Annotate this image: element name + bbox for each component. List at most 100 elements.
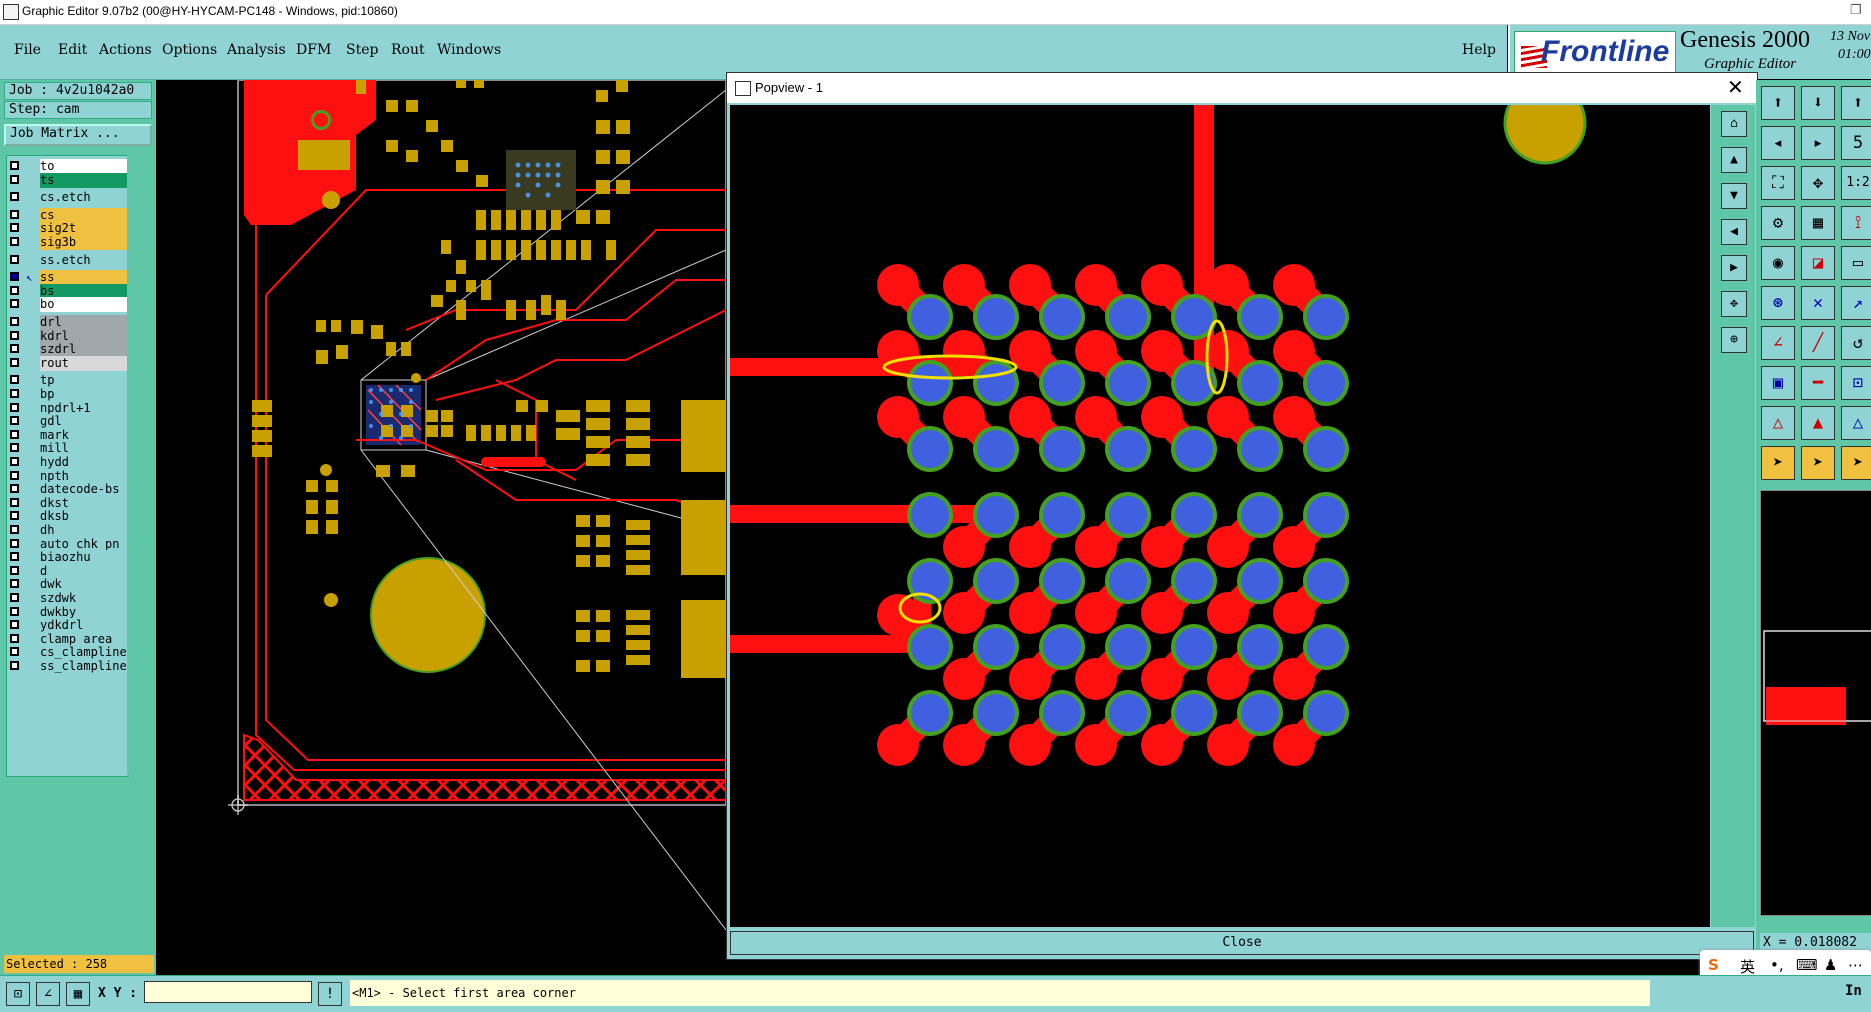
tool-redo-icon[interactable]: ▸ xyxy=(1801,126,1835,160)
layer-name[interactable]: rout xyxy=(40,355,128,371)
ime-language-toggle[interactable]: 英 xyxy=(1740,956,1755,977)
xy-coordinate-input[interactable] xyxy=(144,981,312,1003)
popview-close-button[interactable]: Close xyxy=(730,931,1754,955)
layer-checkbox[interactable] xyxy=(10,237,19,246)
tool-add-curve-icon[interactable]: ↺ xyxy=(1841,326,1871,360)
menu-dfm[interactable]: DFM xyxy=(296,42,331,58)
tool-step-repeat-icon[interactable]: 5 xyxy=(1841,126,1871,160)
layer-checkbox[interactable] xyxy=(10,593,19,602)
tool-extra-1-icon[interactable]: ⬆ xyxy=(1841,86,1871,120)
tool-surface-2-icon[interactable]: ▲ xyxy=(1801,406,1835,440)
layer-checkbox[interactable] xyxy=(10,538,19,548)
tool-select-area-icon[interactable]: ➤ xyxy=(1801,446,1835,480)
tool-select-polygon-icon[interactable]: ➤ xyxy=(1841,446,1871,480)
menu-rout[interactable]: Rout xyxy=(391,42,425,58)
layer-row-sig3b[interactable]: sig3b xyxy=(7,235,128,250)
layer-checkbox[interactable] xyxy=(10,299,19,309)
snap-grid-icon[interactable]: ⊡ xyxy=(6,982,30,1006)
tool-connect-icon[interactable]: ✕ xyxy=(1801,286,1835,320)
tool-fill-icon[interactable]: ◪ xyxy=(1801,246,1835,280)
layer-checkbox[interactable] xyxy=(10,285,19,295)
snap-mesh-icon[interactable]: ▦ xyxy=(66,982,90,1006)
tool-open-step-icon[interactable]: ⬆ xyxy=(1761,86,1795,120)
popview-fit-icon[interactable]: ✥ xyxy=(1721,291,1747,317)
tool-add-arc-icon[interactable]: ╱ xyxy=(1801,326,1835,360)
layer-checkbox[interactable] xyxy=(10,606,19,616)
layer-checkbox[interactable] xyxy=(10,484,19,494)
tool-scale-icon[interactable]: 1:2 xyxy=(1841,166,1871,200)
tool-ruler-icon[interactable]: ▭ xyxy=(1841,246,1871,280)
layer-row-ts[interactable]: ts xyxy=(7,172,128,188)
ime-keyboard-icon[interactable]: ⌨ xyxy=(1796,956,1818,974)
layer-checkbox[interactable] xyxy=(10,192,19,202)
layer-checkbox[interactable] xyxy=(10,497,19,507)
popview-zoom-out-icon[interactable]: ▼ xyxy=(1721,183,1747,209)
layer-checkbox[interactable] xyxy=(10,661,19,670)
tool-zoom-fit-icon[interactable]: ⛶ xyxy=(1761,166,1795,200)
layer-checkbox[interactable] xyxy=(10,389,19,398)
layer-row-bo[interactable]: bo xyxy=(7,297,128,313)
menu-analysis[interactable]: Analysis xyxy=(227,42,286,58)
layer-name[interactable]: ss.etch xyxy=(40,252,128,268)
menu-actions[interactable]: Actions xyxy=(99,42,152,58)
layer-checkbox[interactable] xyxy=(10,633,19,643)
menu-options[interactable]: Options xyxy=(162,42,217,58)
layer-name[interactable]: bo xyxy=(40,297,128,313)
tool-undo-icon[interactable]: ◂ xyxy=(1761,126,1795,160)
layer-checkbox[interactable] xyxy=(10,209,19,219)
layer-checkbox[interactable] xyxy=(10,272,19,282)
ime-skin-icon[interactable]: ♟ xyxy=(1824,956,1837,974)
tool-route-icon[interactable]: ↗ xyxy=(1841,286,1871,320)
menu-help[interactable]: Help xyxy=(1462,42,1496,58)
restore-button[interactable]: ❐ xyxy=(1850,2,1862,18)
layer-name[interactable]: sig3b xyxy=(40,235,128,250)
layer-checkbox[interactable] xyxy=(10,344,19,354)
tool-add-pad-icon[interactable]: ▣ xyxy=(1761,366,1795,400)
tool-zoom-center-icon[interactable]: ✥ xyxy=(1801,166,1835,200)
layer-checkbox[interactable] xyxy=(10,552,19,562)
tool-add-text-icon[interactable]: ⊡ xyxy=(1841,366,1871,400)
layer-checkbox[interactable] xyxy=(10,174,19,184)
tool-surface-3-icon[interactable]: △ xyxy=(1841,406,1871,440)
layer-row-ss_clampline[interactable]: ss_clampline xyxy=(7,659,128,674)
menu-windows[interactable]: Windows xyxy=(437,42,501,58)
layer-checkbox[interactable] xyxy=(10,161,19,170)
layer-checkbox[interactable] xyxy=(10,375,19,385)
tool-save-step-icon[interactable]: ⬇ xyxy=(1801,86,1835,120)
layer-checkbox[interactable] xyxy=(10,402,19,412)
popview-pan-right-icon[interactable]: ▶ xyxy=(1721,255,1747,281)
ime-logo-icon[interactable]: S xyxy=(1708,956,1719,974)
menu-file[interactable]: File xyxy=(14,42,41,58)
tool-highlight-icon[interactable]: ◉ xyxy=(1761,246,1795,280)
layer-name[interactable]: ts xyxy=(40,172,128,188)
layer-checkbox[interactable] xyxy=(10,429,19,439)
layer-checkbox[interactable] xyxy=(10,457,19,466)
layer-checkbox[interactable] xyxy=(10,330,19,340)
main-graphic-canvas[interactable] xyxy=(156,79,727,975)
layer-list-scrollbar[interactable] xyxy=(127,155,151,775)
layer-checkbox[interactable] xyxy=(10,416,19,426)
alert-button[interactable]: ! xyxy=(318,982,342,1006)
layer-checkbox[interactable] xyxy=(10,511,19,521)
layer-checkbox[interactable] xyxy=(10,317,19,326)
tool-surface-1-icon[interactable]: △ xyxy=(1761,406,1795,440)
ime-punct-icon[interactable]: •, xyxy=(1770,956,1784,974)
popview-zoom-in-icon[interactable]: ▲ xyxy=(1721,147,1747,173)
popview-zoom-home-icon[interactable]: ⌂ xyxy=(1721,111,1747,137)
layer-checkbox[interactable] xyxy=(10,647,19,657)
layer-name[interactable]: ss_clampline xyxy=(40,659,128,674)
ime-more-icon[interactable]: ⋯ xyxy=(1848,956,1863,974)
popview-canvas[interactable] xyxy=(730,81,1710,927)
layer-checkbox[interactable] xyxy=(10,620,19,630)
popview-center-icon[interactable]: ⊕ xyxy=(1721,327,1747,353)
popview-close-icon[interactable]: ✕ xyxy=(1727,75,1744,100)
tool-net-icon[interactable]: ⊛ xyxy=(1761,286,1795,320)
tool-add-bar-icon[interactable]: ━ xyxy=(1801,366,1835,400)
layer-row-ss.etch[interactable]: ss.etch xyxy=(7,252,128,268)
layer-checkbox[interactable] xyxy=(10,357,19,367)
layer-checkbox[interactable] xyxy=(10,254,19,264)
layer-checkbox[interactable] xyxy=(10,525,19,534)
popview-pan-left-icon[interactable]: ◀ xyxy=(1721,219,1747,245)
layer-name[interactable]: cs.etch xyxy=(40,190,128,206)
overview-minimap[interactable] xyxy=(1760,490,1871,916)
